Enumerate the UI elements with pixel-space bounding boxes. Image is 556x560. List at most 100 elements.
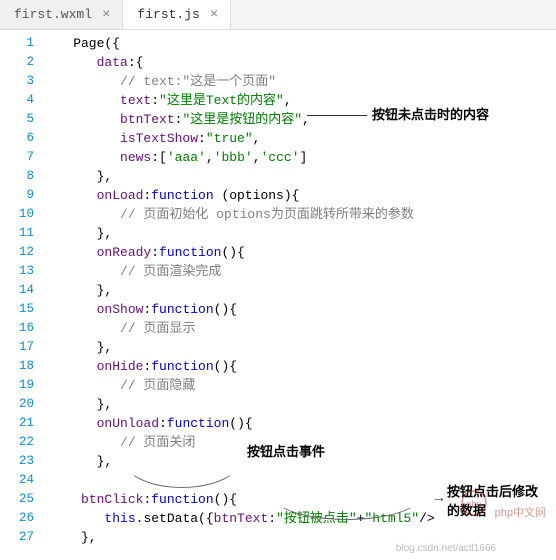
- code-line[interactable]: },: [42, 338, 556, 357]
- code-token: 'ccc': [261, 150, 300, 165]
- code-line[interactable]: onShow:function(){: [42, 300, 556, 319]
- tab-first-wxml[interactable]: first.wxml ×: [0, 0, 123, 29]
- code-line[interactable]: onUnload:function(){: [42, 414, 556, 433]
- annotation-leader-line: [307, 115, 367, 116]
- line-number: 7: [0, 148, 34, 167]
- code-token: (){: [229, 416, 252, 431]
- line-number: 21: [0, 414, 34, 433]
- line-number: 22: [0, 433, 34, 452]
- code-token: this: [104, 511, 135, 526]
- code-token: [42, 321, 120, 336]
- watermark-blog-url: blog.csdn.net/actl1666: [396, 543, 496, 554]
- code-line[interactable]: onLoad:function (options){: [42, 186, 556, 205]
- code-token: onReady: [97, 245, 152, 260]
- arrow-icon: →: [432, 489, 446, 505]
- code-line[interactable]: data:{: [42, 53, 556, 72]
- code-token: Page({: [42, 36, 120, 51]
- code-token: [42, 150, 120, 165]
- code-token: :: [151, 93, 159, 108]
- code-area[interactable]: Page({ data:{ // text:"这是一个页面" text: "这里是…: [42, 30, 556, 560]
- code-token: ,: [253, 131, 261, 146]
- code-token: // text:"这是一个页面": [120, 74, 276, 89]
- code-line[interactable]: news:['aaa','bbb','ccc']: [42, 148, 556, 167]
- code-token: news: [120, 150, 151, 165]
- close-icon[interactable]: ×: [100, 7, 112, 23]
- code-token: [42, 74, 120, 89]
- code-line[interactable]: },: [42, 167, 556, 186]
- code-editor[interactable]: 1234567891011121314151617181920212223242…: [0, 30, 556, 560]
- line-number: 8: [0, 167, 34, 186]
- code-line[interactable]: onHide:function(){: [42, 357, 556, 376]
- tab-first-js[interactable]: first.js ×: [123, 0, 231, 29]
- annotation-curve: [272, 470, 422, 520]
- close-icon[interactable]: ×: [208, 7, 220, 23]
- code-token: onUnload: [97, 416, 159, 431]
- line-number-gutter: 1234567891011121314151617181920212223242…: [0, 30, 42, 560]
- code-token: // 页面隐藏: [120, 378, 195, 393]
- code-token: (){: [221, 245, 244, 260]
- code-token: ,: [206, 150, 214, 165]
- code-line[interactable]: },: [42, 224, 556, 243]
- line-number: 13: [0, 262, 34, 281]
- line-number: 15: [0, 300, 34, 319]
- code-line[interactable]: // 页面渲染完成: [42, 262, 556, 281]
- code-token: ]: [300, 150, 308, 165]
- code-token: btnText: [214, 511, 269, 526]
- code-line[interactable]: },: [42, 395, 556, 414]
- code-token: onLoad: [97, 188, 144, 203]
- line-number: 26: [0, 509, 34, 528]
- tab-bar: first.wxml × first.js ×: [0, 0, 556, 30]
- code-token: function: [159, 245, 221, 260]
- code-token: text: [120, 93, 151, 108]
- code-token: [42, 511, 104, 526]
- code-line[interactable]: // 页面初始化 options为页面跳转所带来的参数: [42, 205, 556, 224]
- code-token: // 页面初始化 options为页面跳转所带来的参数: [120, 207, 414, 222]
- php-logo-icon: php: [461, 490, 487, 516]
- code-token: },: [42, 397, 112, 412]
- code-token: isTextShow: [120, 131, 198, 146]
- svg-text:php: php: [466, 499, 481, 509]
- code-line[interactable]: Page({: [42, 34, 556, 53]
- code-token: function: [151, 302, 213, 317]
- code-token: [42, 492, 81, 507]
- code-token: [42, 207, 120, 222]
- line-number: 18: [0, 357, 34, 376]
- code-token: (options){: [221, 188, 299, 203]
- code-token: [42, 359, 97, 374]
- line-number: 20: [0, 395, 34, 414]
- code-line[interactable]: },: [42, 281, 556, 300]
- code-line[interactable]: // text:"这是一个页面": [42, 72, 556, 91]
- code-token: [42, 416, 97, 431]
- tab-label: first.js: [137, 7, 199, 22]
- code-token: :: [268, 511, 276, 526]
- line-number: 12: [0, 243, 34, 262]
- code-token: },: [42, 283, 112, 298]
- code-token: onHide: [97, 359, 144, 374]
- code-token: },: [42, 226, 112, 241]
- code-token: :[: [151, 150, 167, 165]
- code-token: [42, 435, 120, 450]
- code-line[interactable]: // 页面显示: [42, 319, 556, 338]
- code-token: :: [151, 245, 159, 260]
- code-line[interactable]: isTextShow:"true",: [42, 129, 556, 148]
- code-token: onShow: [97, 302, 144, 317]
- code-token: [42, 302, 97, 317]
- code-token: },: [42, 530, 97, 545]
- code-token: (){: [214, 302, 237, 317]
- code-token: btnText: [120, 112, 175, 127]
- line-number: 3: [0, 72, 34, 91]
- line-number: 23: [0, 452, 34, 471]
- code-token: [42, 378, 120, 393]
- tab-label: first.wxml: [14, 7, 92, 22]
- line-number: 19: [0, 376, 34, 395]
- annotation-button-before-click: 按钮未点击时的内容: [372, 104, 489, 123]
- code-token: (){: [214, 492, 237, 507]
- code-token: "这里是按钮的内容": [182, 112, 302, 127]
- code-token: 'aaa': [167, 150, 206, 165]
- code-line[interactable]: onReady:function(){: [42, 243, 556, 262]
- line-number: 11: [0, 224, 34, 243]
- annotation-curve: [122, 428, 242, 488]
- line-number: 10: [0, 205, 34, 224]
- line-number: 17: [0, 338, 34, 357]
- code-line[interactable]: // 页面隐藏: [42, 376, 556, 395]
